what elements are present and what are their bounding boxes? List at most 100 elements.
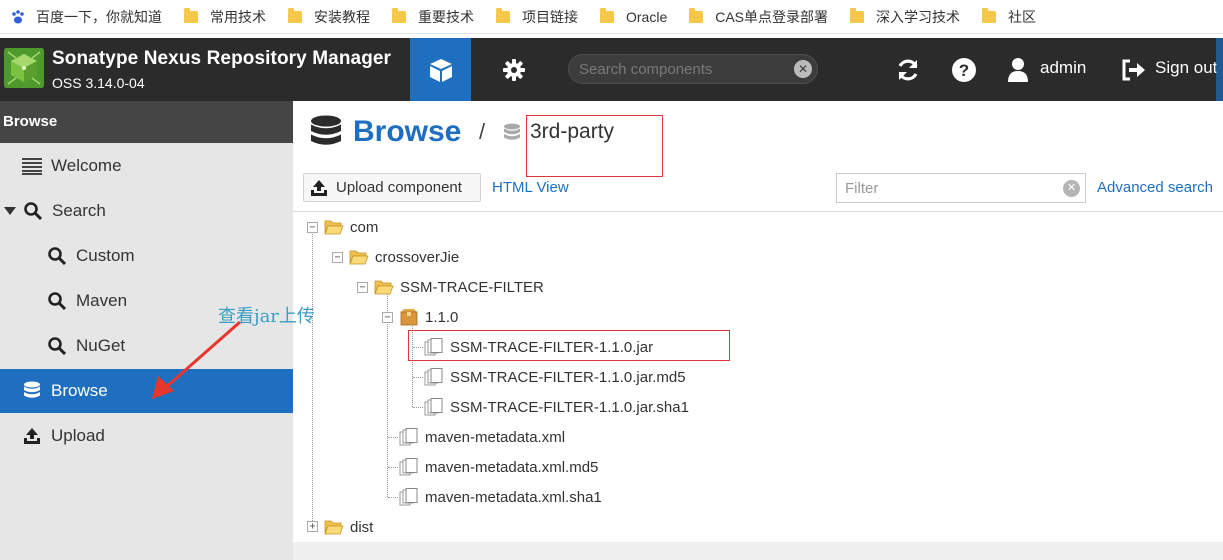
sidebar-item-label: Browse [51, 381, 108, 400]
upload-component-label: Upload component [336, 179, 462, 196]
window-scrollbar[interactable] [1216, 38, 1223, 101]
filter-input[interactable] [845, 179, 1045, 197]
bookmark-baidu[interactable]: 百度一下，你就知道 [10, 7, 162, 27]
bookmark-label: 深入学习技术 [876, 8, 961, 25]
folder-icon [600, 7, 614, 23]
bookmark-label: CAS单点登录部署 [715, 8, 829, 25]
tree-node-label: SSM-TRACE-FILTER [400, 278, 544, 296]
bookmark-folder[interactable]: 社区 [982, 7, 1036, 27]
html-view-link[interactable]: HTML View [492, 179, 569, 196]
app-version: OSS 3.14.0-04 [52, 75, 145, 91]
nexus-logo-icon [4, 48, 44, 88]
bookmark-label: 安装教程 [314, 8, 370, 25]
sidebar-heading: Browse [0, 101, 293, 143]
bookmark-folder[interactable]: 深入学习技术 [850, 7, 960, 27]
tree-node-folder[interactable]: dist [324, 515, 373, 539]
advanced-search-link[interactable]: Advanced search [1097, 179, 1213, 196]
bookmark-label: 重要技术 [418, 8, 474, 25]
tree-node-component[interactable]: 1.1.0 [399, 305, 458, 329]
collapse-toggle[interactable]: − [332, 252, 343, 263]
bookmark-folder[interactable]: 常用技术 [184, 7, 266, 27]
bookmark-folder[interactable]: 安装教程 [288, 7, 370, 27]
page-title: Browse [353, 115, 462, 148]
sign-out-label[interactable]: Sign out [1155, 58, 1217, 78]
clear-icon[interactable]: ✕ [794, 60, 812, 78]
expand-toggle[interactable]: + [307, 521, 318, 532]
upload-icon [22, 426, 42, 446]
sidebar-item-label: NuGet [76, 336, 126, 355]
tree-line [413, 407, 423, 408]
folder-icon [982, 7, 997, 23]
toolbar-divider [293, 211, 1223, 212]
repository-icon [504, 123, 520, 140]
folder-icon [184, 7, 198, 23]
tree-node-asset[interactable]: maven-metadata.xml.md5 [399, 455, 598, 479]
search-icon [47, 291, 67, 311]
collapse-toggle[interactable]: − [307, 222, 318, 233]
bookmark-folder[interactable]: 重要技术 [392, 7, 474, 27]
collapse-toggle[interactable]: − [357, 282, 368, 293]
bookmark-folder[interactable]: 项目链接 [496, 7, 578, 27]
file-icon [424, 398, 443, 416]
sidebar: Browse Welcome Search Custom Maven NuGet [0, 101, 293, 560]
sidebar-item-label: Maven [76, 291, 128, 310]
browse-mode-button[interactable] [410, 38, 471, 101]
package-icon [400, 309, 418, 326]
sidebar-item-search[interactable]: Search [0, 189, 293, 233]
tree-node-label: maven-metadata.xml.sha1 [425, 488, 602, 506]
folder-open-icon [374, 280, 394, 295]
tree-node-label: SSM-TRACE-FILTER-1.1.0.jar.md5 [450, 368, 686, 386]
sign-out-button[interactable] [1120, 56, 1148, 84]
annotation-highlight-repository [526, 115, 663, 177]
file-icon [399, 488, 418, 506]
user-button[interactable] [1004, 56, 1032, 84]
sidebar-item-upload[interactable]: Upload [0, 414, 293, 458]
tree-node-label: SSM-TRACE-FILTER-1.1.0.jar.sha1 [450, 398, 689, 416]
bookmark-folder[interactable]: Oracle [600, 7, 667, 25]
bookmark-label: 社区 [1008, 8, 1037, 25]
tree-node-folder[interactable]: com [324, 215, 378, 239]
sidebar-item-nuget[interactable]: NuGet [0, 324, 293, 368]
sidebar-item-custom[interactable]: Custom [0, 234, 293, 278]
triangle-down-icon [0, 201, 20, 221]
file-icon [424, 368, 443, 386]
folder-icon [288, 7, 302, 23]
help-button[interactable]: ? [950, 56, 978, 84]
admin-mode-button[interactable] [486, 38, 542, 101]
tree-node-asset[interactable]: maven-metadata.xml [399, 425, 565, 449]
annotation-label: 查看jar上传 [218, 306, 315, 327]
collapse-toggle[interactable]: − [382, 312, 393, 323]
refresh-button[interactable] [894, 56, 922, 84]
sidebar-item-browse[interactable]: Browse [0, 369, 293, 413]
bookmark-folder[interactable]: CAS单点登录部署 [689, 7, 828, 27]
tree-line [388, 437, 398, 438]
search-components-field[interactable]: ✕ [568, 54, 818, 84]
tree-node-folder[interactable]: SSM-TRACE-FILTER [374, 275, 544, 299]
tree-node-folder[interactable]: crossoverJie [349, 245, 459, 269]
filter-field[interactable]: ✕ [836, 173, 1086, 203]
tree-line [312, 227, 313, 527]
user-name[interactable]: admin [1040, 58, 1086, 78]
upload-icon [311, 179, 327, 196]
upload-component-button[interactable]: Upload component [303, 173, 481, 202]
folder-icon [689, 7, 704, 23]
bookmark-label: 常用技术 [210, 8, 266, 25]
tree-node-asset[interactable]: maven-metadata.xml.sha1 [399, 485, 602, 509]
tree-node-asset[interactable]: SSM-TRACE-FILTER-1.1.0.jar.sha1 [424, 395, 689, 419]
baidu-paw-icon [12, 9, 24, 23]
breadcrumb-separator: / [479, 119, 486, 144]
annotation-highlight-jar [408, 330, 730, 361]
bookmark-label: 项目链接 [522, 8, 578, 25]
main-panel: Browse / 3rd-party Upload component HTML… [293, 101, 1223, 560]
search-icon [47, 336, 67, 356]
tree-node-label: com [350, 218, 379, 236]
sidebar-item-label: Custom [76, 246, 135, 265]
tree-line [413, 377, 423, 378]
sidebar-item-welcome[interactable]: Welcome [0, 144, 293, 188]
clear-icon[interactable]: ✕ [1063, 180, 1080, 197]
sidebar-item-label: Search [52, 201, 106, 220]
search-components-input[interactable] [579, 59, 784, 79]
cube-icon [429, 58, 452, 82]
tree-node-asset[interactable]: SSM-TRACE-FILTER-1.1.0.jar.md5 [424, 365, 686, 389]
folder-icon [850, 7, 865, 23]
